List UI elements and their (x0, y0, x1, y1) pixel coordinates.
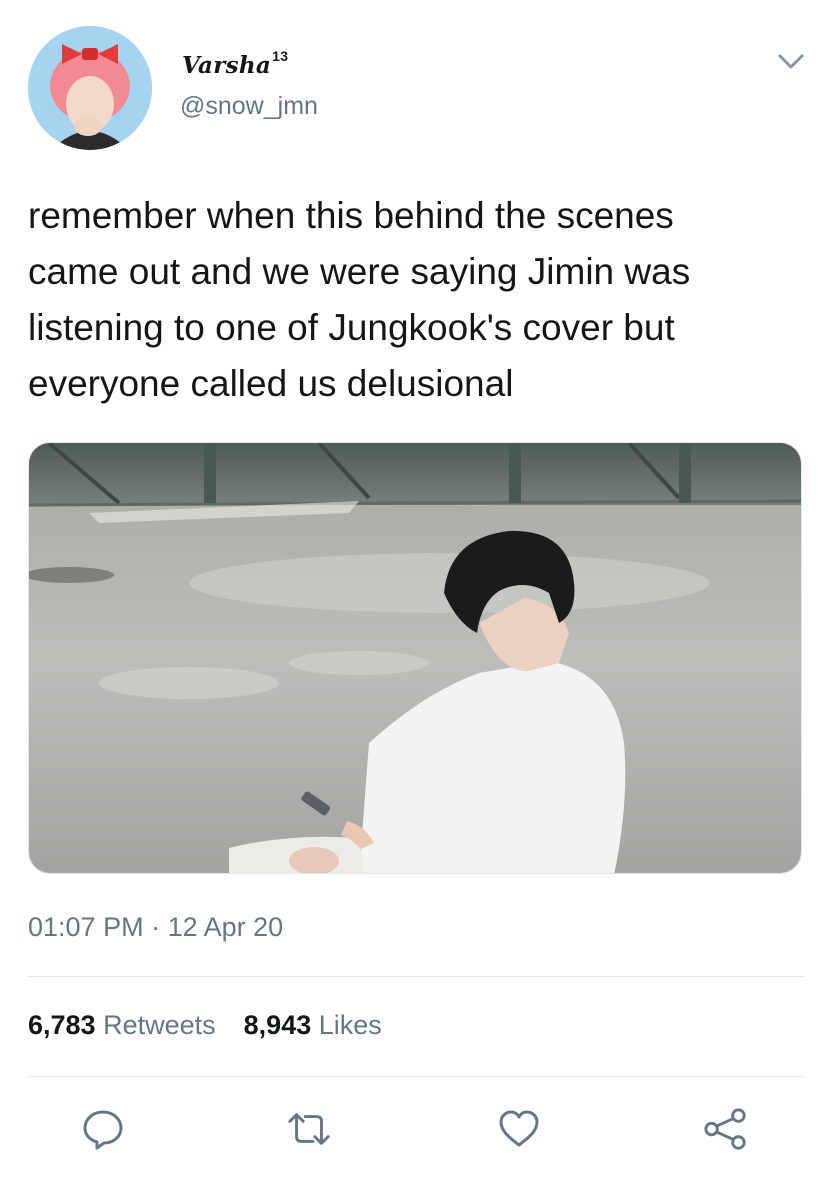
like-button[interactable] (496, 1106, 542, 1152)
divider (28, 976, 804, 977)
likes-label: Likes (318, 1010, 382, 1040)
tweet-timestamp[interactable]: 01:07 PM · 12 Apr 20 (28, 912, 283, 943)
share-icon (704, 1108, 746, 1150)
divider (28, 1076, 804, 1077)
avatar-image (28, 26, 152, 150)
user-handle[interactable]: @snow_jmn (180, 92, 318, 121)
display-name[interactable]: Varsha13 (182, 48, 288, 79)
retweet-button[interactable] (286, 1106, 332, 1152)
likes-count: 8,943 (243, 1010, 312, 1040)
tweet-photo (29, 443, 801, 873)
tweet-media[interactable] (28, 442, 802, 874)
retweet-icon (288, 1113, 330, 1145)
tweet-stats: 6,783 Retweets 8,943 Likes (28, 1010, 382, 1041)
share-button[interactable] (702, 1106, 748, 1152)
avatar[interactable] (28, 26, 152, 150)
tweet-date: 12 Apr 20 (167, 912, 284, 942)
retweets-stat[interactable]: 6,783 Retweets (28, 1010, 216, 1041)
retweets-label: Retweets (103, 1010, 216, 1040)
display-name-superscript: 13 (272, 48, 289, 64)
likes-stat[interactable]: 8,943 Likes (244, 1010, 382, 1041)
tweet-time: 01:07 PM (28, 912, 144, 942)
like-icon (499, 1110, 539, 1147)
display-name-text: Varsha (182, 52, 272, 79)
tweet-text: remember when this behind the scenes cam… (28, 195, 691, 404)
reply-icon (83, 1110, 123, 1150)
retweets-count: 6,783 (28, 1010, 96, 1040)
reply-button[interactable] (80, 1106, 126, 1152)
chevron-down-icon[interactable] (776, 50, 806, 72)
timestamp-separator: · (151, 912, 161, 942)
